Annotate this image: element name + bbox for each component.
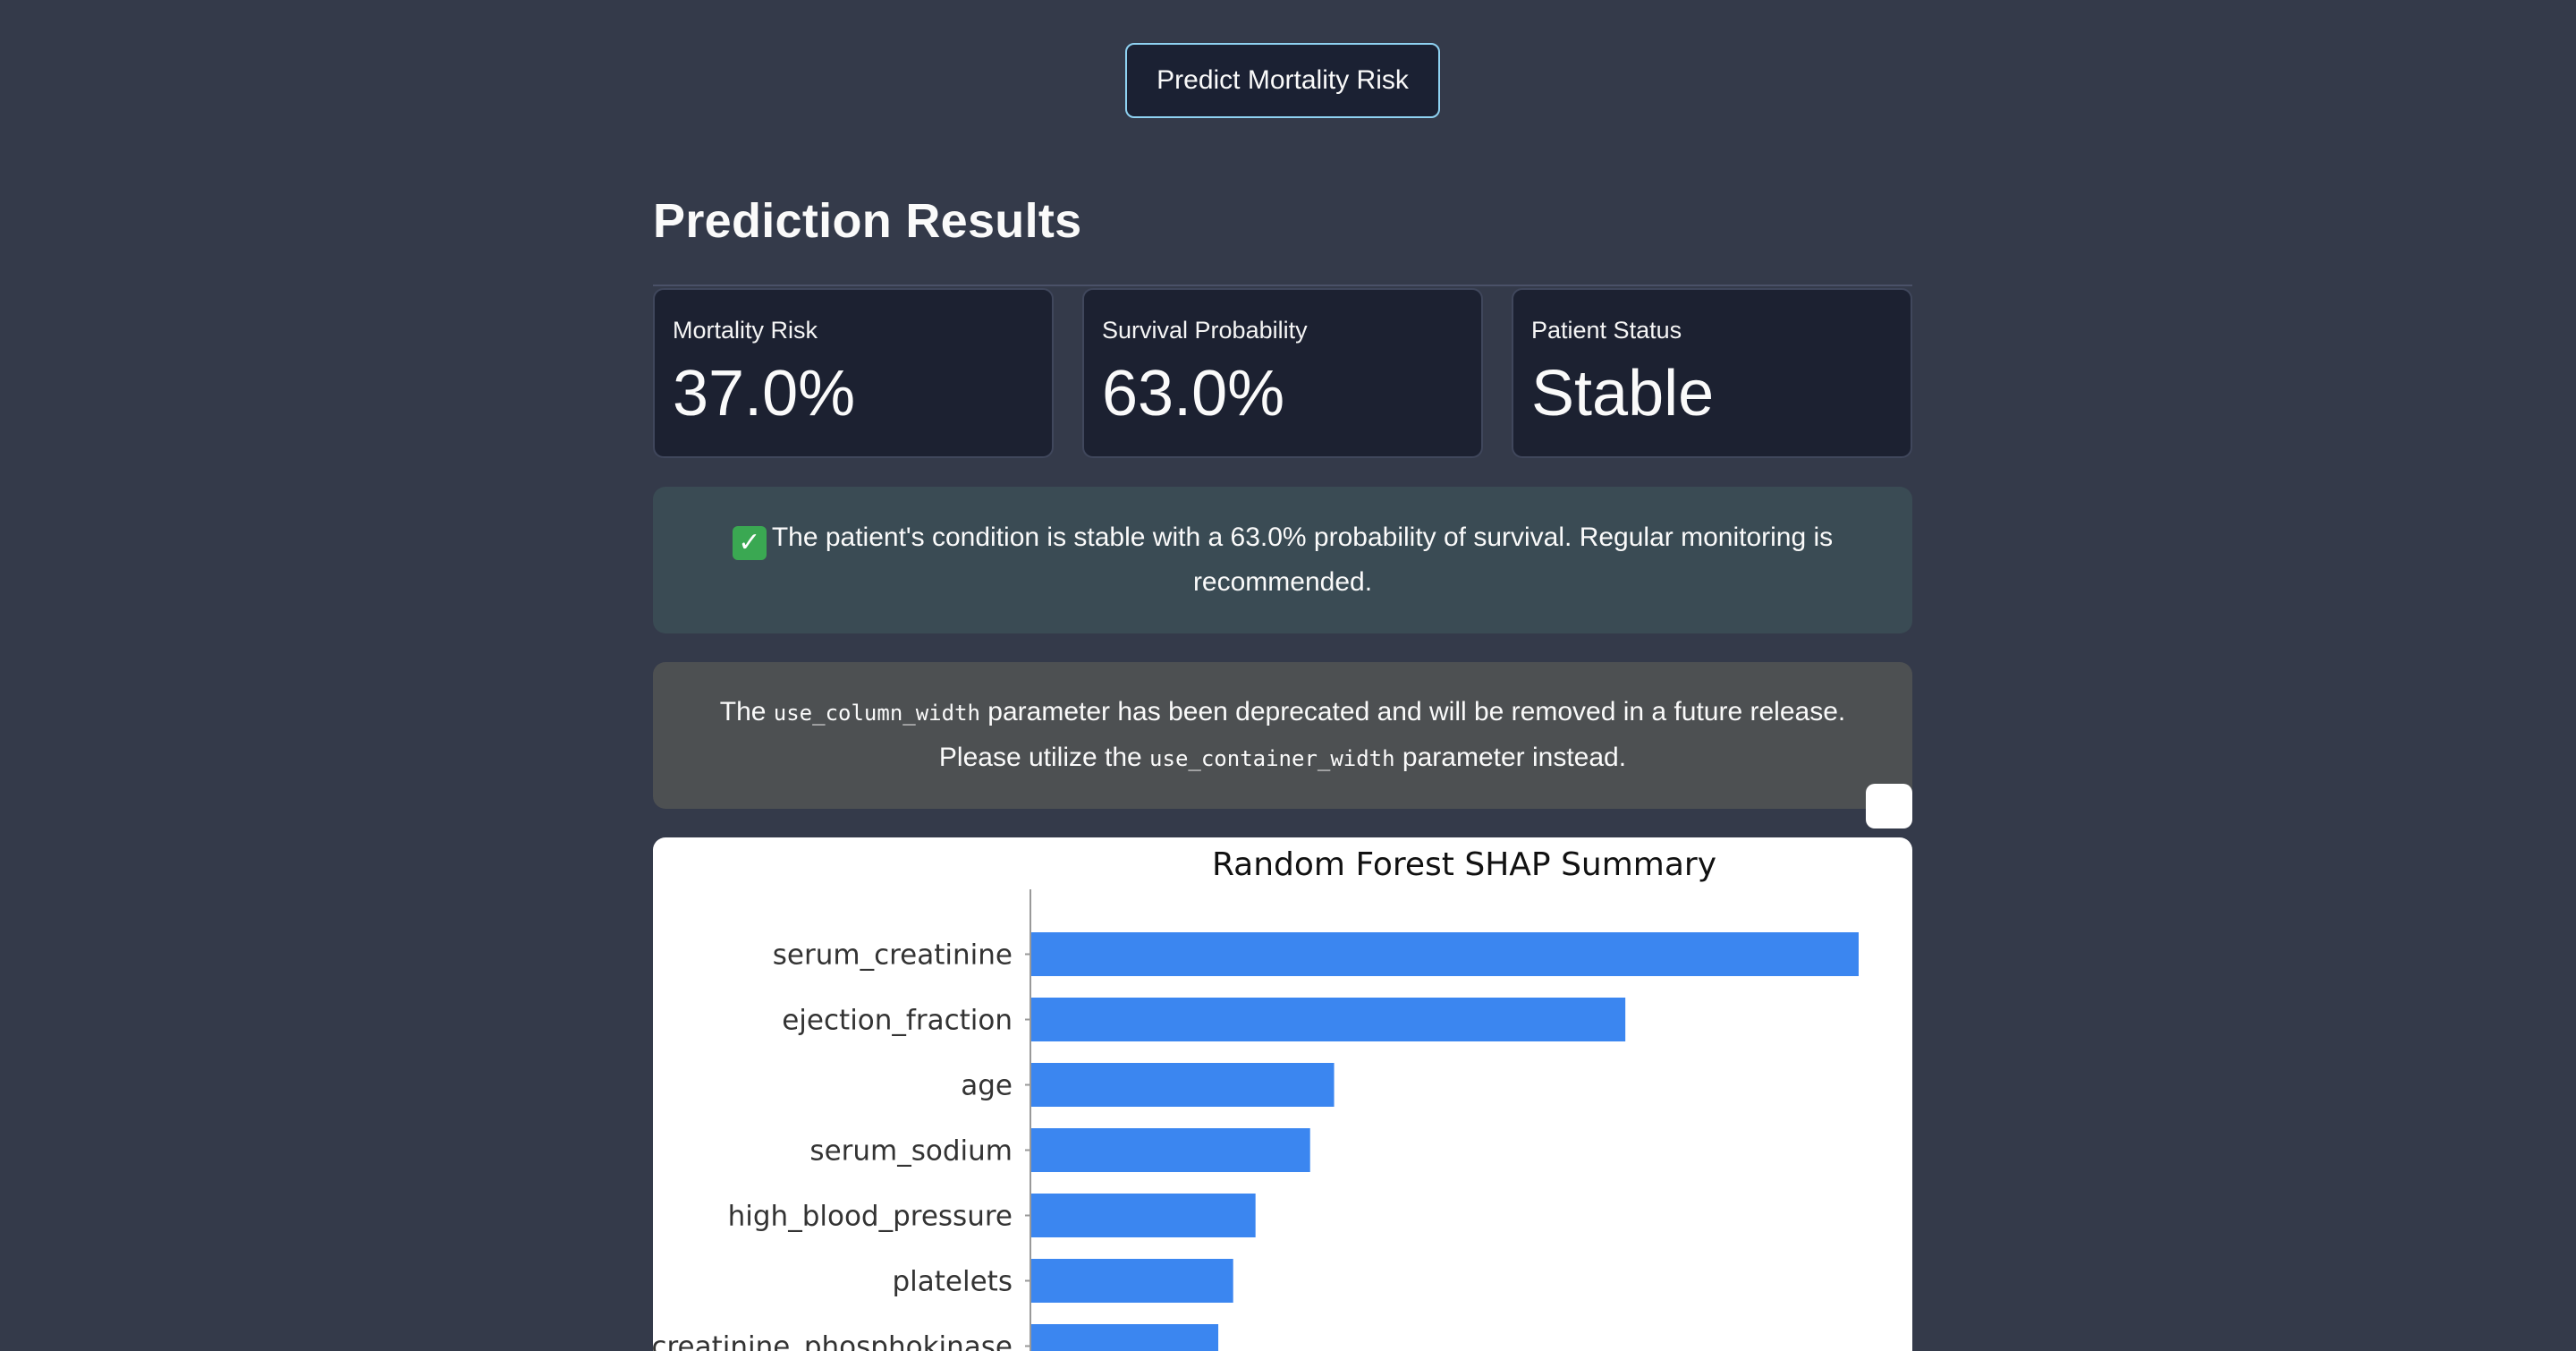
metric-value: 37.0%: [673, 358, 856, 429]
y-tick-label: serum_creatinine: [773, 939, 1013, 972]
metric-card-survival-probability: Survival Probability 63.0%: [1082, 288, 1483, 458]
element-toolbar-button[interactable]: [1866, 784, 1912, 828]
check-mark-button-icon: ✓: [732, 526, 767, 560]
metric-value: Stable: [1531, 358, 1715, 429]
predict-mortality-risk-button[interactable]: Predict Mortality Risk: [1125, 43, 1440, 118]
bar-age: [1031, 1063, 1335, 1107]
success-alert-body: ✓ The patient's condition is stable with …: [676, 515, 1889, 605]
title-divider: [653, 285, 1912, 286]
bar-ejection-fraction: [1031, 998, 1626, 1041]
bar-high-blood-pressure: [1031, 1194, 1256, 1237]
shap-summary-chart: Random Forest SHAP Summary serum_creatini…: [653, 837, 1912, 1351]
warning-text: The: [719, 697, 774, 726]
y-tick-label: creatinine_phosphokinase: [653, 1331, 1013, 1351]
y-tick-label: high_blood_pressure: [728, 1201, 1013, 1233]
inline-code: use_container_width: [1149, 746, 1395, 771]
bar-platelets: [1031, 1259, 1233, 1303]
deprecation-warning-body: The use_column_width parameter has been …: [676, 690, 1889, 781]
metric-value: 63.0%: [1102, 358, 1285, 429]
metric-label: Survival Probability: [1102, 317, 1308, 344]
metric-card-patient-status: Patient Status Stable: [1512, 288, 1912, 458]
metric-label: Patient Status: [1531, 317, 1682, 344]
warning-text: parameter instead.: [1394, 743, 1627, 772]
page-title: Prediction Results: [653, 194, 1082, 248]
deprecation-warning-alert: The use_column_width parameter has been …: [653, 662, 1912, 809]
bar-serum-sodium: [1031, 1128, 1310, 1172]
y-tick-label: serum_sodium: [809, 1135, 1013, 1168]
inline-code: use_column_width: [773, 701, 980, 726]
chart-title: Random Forest SHAP Summary: [1212, 846, 1716, 883]
app-page: Predict Mortality Risk Prediction Result…: [0, 0, 2576, 1351]
y-tick-label: ejection_fraction: [782, 1005, 1013, 1037]
chart-svg: Random Forest SHAP Summary serum_creatini…: [653, 846, 1859, 1351]
metric-label: Mortality Risk: [673, 317, 818, 344]
bar-serum-creatinine: [1031, 932, 1859, 976]
success-alert: ✓ The patient's condition is stable with …: [653, 487, 1912, 633]
y-tick-label: platelets: [892, 1266, 1013, 1298]
y-tick-label: age: [961, 1070, 1013, 1102]
bar-creatinine-phosphokinase: [1031, 1324, 1219, 1351]
metric-card-mortality-risk: Mortality Risk 37.0%: [653, 288, 1054, 458]
success-alert-text: The patient's condition is stable with a…: [771, 523, 1834, 597]
